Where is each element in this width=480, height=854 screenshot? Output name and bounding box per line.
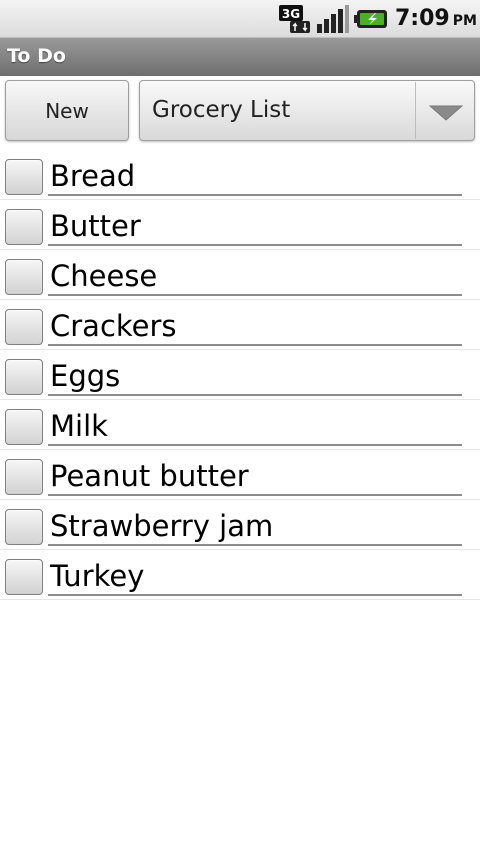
- item-checkbox[interactable]: [5, 359, 43, 395]
- item-checkbox[interactable]: [5, 309, 43, 345]
- status-clock: 7:09 PM: [395, 6, 477, 31]
- list-selector-dropdown[interactable]: Grocery List: [139, 80, 475, 141]
- item-text-field[interactable]: Peanut butter: [48, 452, 462, 496]
- item-checkbox[interactable]: [5, 159, 43, 195]
- item-label: Butter: [50, 209, 141, 243]
- item-label: Peanut butter: [50, 459, 249, 493]
- item-text-field[interactable]: Crackers: [48, 302, 462, 346]
- list-item: Milk: [0, 400, 480, 450]
- list-item: Eggs: [0, 350, 480, 400]
- item-label: Crackers: [50, 309, 177, 343]
- list-item: Bread: [0, 150, 480, 200]
- app-title-bar: To Do: [0, 38, 480, 76]
- item-text-field[interactable]: Strawberry jam: [48, 502, 462, 546]
- item-label: Strawberry jam: [50, 509, 274, 543]
- clock-ampm: PM: [452, 13, 477, 29]
- item-checkbox[interactable]: [5, 209, 43, 245]
- list-item: Butter: [0, 200, 480, 250]
- 3g-network-icon: 3G: [279, 5, 310, 33]
- item-checkbox[interactable]: [5, 409, 43, 445]
- list-item: Turkey: [0, 550, 480, 600]
- item-label: Milk: [50, 409, 108, 443]
- clock-time: 7:09: [395, 6, 450, 31]
- item-text-field[interactable]: Cheese: [48, 252, 462, 296]
- dropdown-divider: [415, 82, 416, 139]
- selected-list-name: Grocery List: [152, 97, 291, 123]
- item-label: Bread: [50, 159, 136, 193]
- todo-items-list: Bread Butter Cheese Crackers Eggs Milk P…: [0, 150, 480, 600]
- item-text-field[interactable]: Bread: [48, 152, 462, 196]
- item-text-field[interactable]: Eggs: [48, 352, 462, 396]
- item-text-field[interactable]: Milk: [48, 402, 462, 446]
- list-item: Crackers: [0, 300, 480, 350]
- app-title: To Do: [7, 45, 66, 67]
- signal-strength-icon: [317, 5, 349, 33]
- new-button[interactable]: New: [5, 80, 129, 141]
- status-bar: 3G 7:09 PM: [0, 0, 480, 38]
- battery-charging-icon: [354, 10, 387, 28]
- item-checkbox[interactable]: [5, 509, 43, 545]
- dropdown-arrow-icon: [429, 105, 463, 121]
- item-label: Eggs: [50, 359, 121, 393]
- list-item: Strawberry jam: [0, 500, 480, 550]
- item-checkbox[interactable]: [5, 259, 43, 295]
- item-text-field[interactable]: Butter: [48, 202, 462, 246]
- svg-text:3G: 3G: [282, 7, 300, 21]
- item-label: Turkey: [50, 559, 145, 593]
- list-item: Peanut butter: [0, 450, 480, 500]
- item-checkbox[interactable]: [5, 559, 43, 595]
- item-label: Cheese: [50, 259, 158, 293]
- list-item: Cheese: [0, 250, 480, 300]
- item-checkbox[interactable]: [5, 459, 43, 495]
- item-text-field[interactable]: Turkey: [48, 552, 462, 596]
